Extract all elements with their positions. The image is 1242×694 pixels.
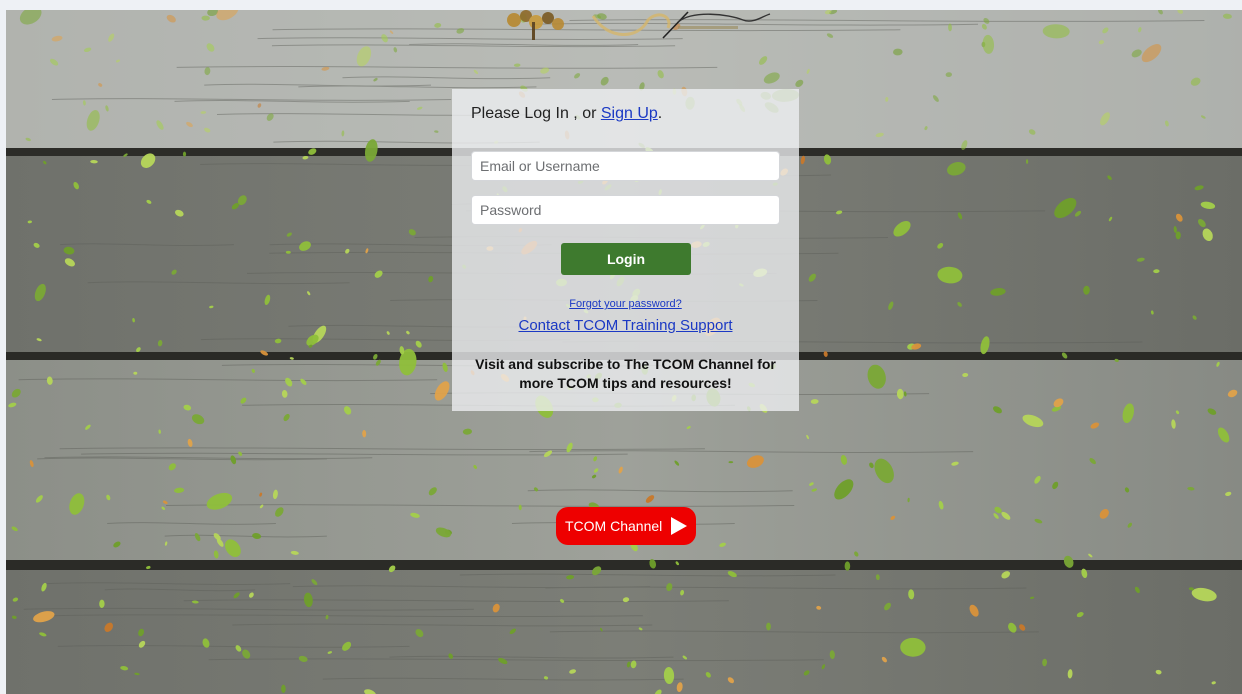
password-input[interactable]	[471, 195, 780, 225]
subscribe-text: Visit and subscribe to The TCOM Channel …	[475, 356, 776, 391]
play-icon	[670, 516, 688, 536]
login-prompt-text: Please Log In , or	[471, 105, 601, 122]
site-logo	[498, 10, 778, 44]
tcom-channel-label: TCOM Channel	[565, 518, 663, 534]
login-panel: Please Log In , or Sign Up. Login Forgot…	[452, 89, 799, 411]
signup-link[interactable]: Sign Up	[601, 105, 658, 122]
username-input[interactable]	[471, 151, 780, 181]
forgot-password-link[interactable]: Forgot your password?	[452, 298, 799, 310]
login-prompt: Please Log In , or Sign Up.	[471, 105, 662, 123]
login-button[interactable]: Login	[561, 243, 691, 275]
tcom-channel-button[interactable]: TCOM Channel	[556, 507, 696, 545]
contact-support-link[interactable]: Contact TCOM Training Support	[452, 317, 799, 334]
login-prompt-end: .	[657, 105, 663, 122]
